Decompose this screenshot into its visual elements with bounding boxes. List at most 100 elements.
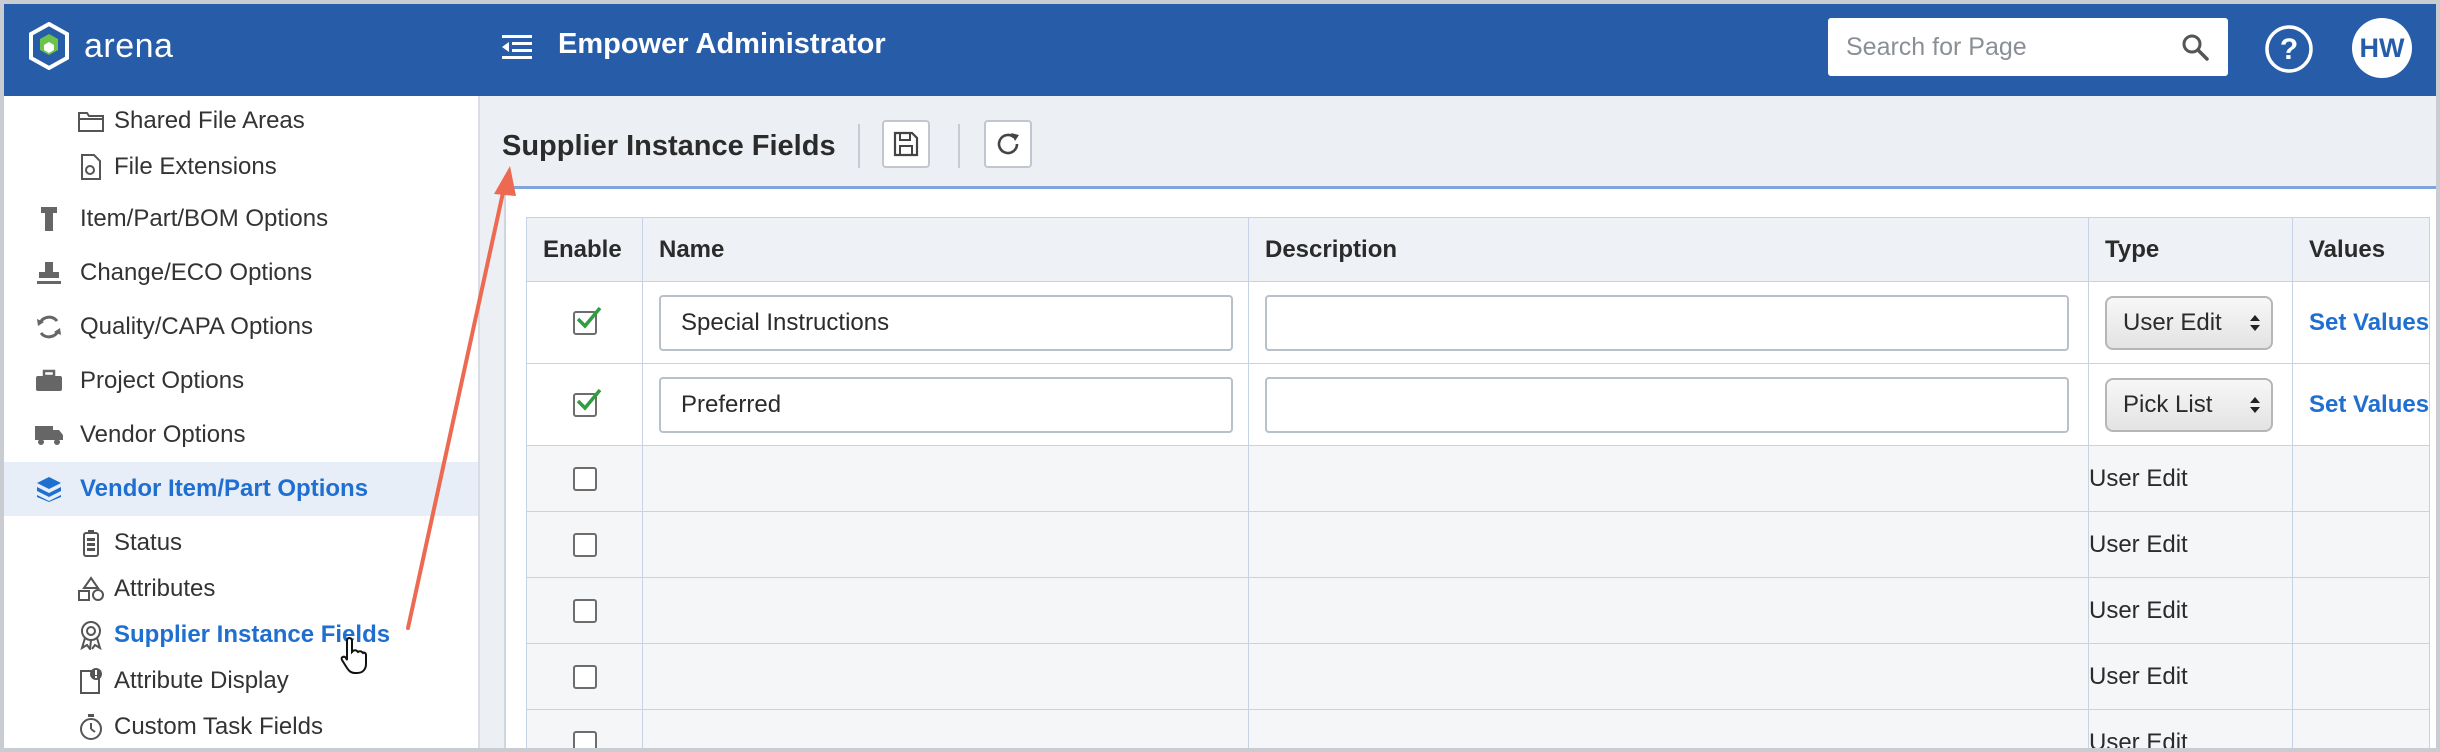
sync-icon <box>34 312 64 342</box>
enable-cell <box>526 281 643 364</box>
values-cell: Set Values <box>2291 363 2431 446</box>
sidebar-item-label: Shared File Areas <box>114 107 305 134</box>
name-input[interactable] <box>659 376 1233 433</box>
main-content: Supplier Instance Fields Enable Name Des… <box>480 96 2436 748</box>
sidebar-item-label: Custom Task Fields <box>114 713 323 740</box>
sidebar-item-attributes[interactable]: Attributes <box>4 564 478 614</box>
description-cell[interactable] <box>1248 445 2089 512</box>
sidebar-item-vendor-options[interactable]: Vendor Options <box>4 410 478 460</box>
type-cell: Pick List <box>2088 363 2293 446</box>
sidebar-item-custom-task-fields[interactable]: Custom Task Fields <box>4 702 478 748</box>
name-cell[interactable] <box>642 643 1249 710</box>
page-title: Supplier Instance Fields <box>502 130 836 162</box>
enable-checkbox-checked[interactable] <box>572 307 601 336</box>
search-input[interactable] <box>1844 31 2168 63</box>
file-gear-icon <box>76 152 106 182</box>
description-cell[interactable] <box>1248 709 2089 748</box>
arena-logo[interactable]: arena <box>28 22 173 70</box>
sidebar-item-label: File Extensions <box>114 153 277 180</box>
save-icon <box>893 131 919 157</box>
type-select-value: User Edit <box>2123 308 2222 336</box>
description-input[interactable] <box>1265 294 2069 351</box>
sidebar-item-quality-capa-options[interactable]: Quality/CAPA Options <box>4 302 478 352</box>
save-button[interactable] <box>882 120 930 168</box>
sidebar-item-label: Vendor Item/Part Options <box>80 475 369 502</box>
sidebar-item-vendor-item-part-options[interactable]: Vendor Item/Part Options <box>4 462 478 516</box>
logo-text: arena <box>84 26 174 65</box>
sidebar-item-supplier-instance-fields[interactable]: Supplier Instance Fields <box>4 610 478 660</box>
enable-cell <box>526 511 643 578</box>
briefcase-icon <box>34 366 64 396</box>
values-cell <box>2291 511 2431 578</box>
column-header-type: Type <box>2088 217 2293 282</box>
battery-icon <box>76 528 106 558</box>
sidebar-item-status[interactable]: Status <box>4 518 478 568</box>
sidebar-item-label: Attribute Display <box>114 667 289 694</box>
name-cell[interactable] <box>642 445 1249 512</box>
refresh-button[interactable] <box>984 120 1032 168</box>
name-cell[interactable] <box>642 709 1249 748</box>
sidebar-item-attribute-display[interactable]: Attribute Display <box>4 656 478 706</box>
type-select-value: Pick List <box>2123 390 2213 418</box>
boxes-icon <box>34 474 64 504</box>
checkmark-icon <box>576 307 601 329</box>
column-header-values: Values <box>2291 217 2431 282</box>
name-input[interactable] <box>659 294 1233 351</box>
search-icon[interactable] <box>2180 32 2210 67</box>
sidebar-item-project-options[interactable]: Project Options <box>4 356 478 406</box>
table-row: User Edit <box>526 643 2431 710</box>
top-header: arena Empower Administrator ? HW <box>0 0 2440 96</box>
enable-checkbox[interactable] <box>572 467 597 492</box>
values-cell <box>2291 577 2431 644</box>
description-cell[interactable] <box>1248 643 2089 710</box>
description-cell[interactable] <box>1248 577 2089 644</box>
sidebar-item-file-extensions[interactable]: File Extensions <box>4 142 478 192</box>
name-cell <box>642 281 1249 364</box>
column-header-description: Description <box>1248 217 2089 282</box>
refresh-icon <box>997 133 1019 155</box>
collapse-menu-icon[interactable] <box>500 30 534 69</box>
name-cell <box>642 363 1249 446</box>
supplier-fields-table: Enable Name Description Type Values Spec… <box>526 217 2431 748</box>
sidebar-item-change-eco-options[interactable]: Change/ECO Options <box>4 248 478 298</box>
set-values-link[interactable]: Set Values <box>2293 309 2429 336</box>
values-cell <box>2291 445 2431 512</box>
sidebar-item-item-part-bom-options[interactable]: Item/Part/BOM Options <box>4 194 478 244</box>
description-cell <box>1248 281 2089 364</box>
enable-checkbox[interactable] <box>572 731 597 748</box>
name-cell[interactable] <box>642 511 1249 578</box>
table-row: User Edit <box>526 577 2431 644</box>
enable-cell <box>526 643 643 710</box>
shapes-icon <box>76 574 106 604</box>
folder-icon <box>76 106 106 136</box>
enable-checkbox[interactable] <box>572 533 597 558</box>
type-select[interactable]: User Edit <box>2105 295 2273 350</box>
help-icon[interactable]: ? <box>2264 24 2314 79</box>
stamp-icon <box>34 258 64 288</box>
user-avatar[interactable]: HW <box>2352 18 2412 78</box>
doc-alert-icon <box>76 666 106 696</box>
svg-text:?: ? <box>2280 33 2298 66</box>
sidebar-item-label: Vendor Options <box>80 421 246 448</box>
type-select[interactable]: Pick List <box>2105 377 2273 432</box>
table-row: Pick List Set Values <box>526 363 2431 446</box>
page-search <box>1828 18 2228 76</box>
type-cell: User Edit <box>2088 511 2293 578</box>
name-cell[interactable] <box>642 577 1249 644</box>
column-header-name: Name <box>642 217 1249 282</box>
enable-checkbox-checked[interactable] <box>572 389 601 418</box>
fields-panel: Enable Name Description Type Values Spec… <box>504 186 2436 748</box>
enable-checkbox[interactable] <box>572 665 597 690</box>
table-row: User Edit <box>526 709 2431 748</box>
enable-checkbox[interactable] <box>572 599 597 624</box>
values-cell <box>2291 709 2431 748</box>
set-values-link[interactable]: Set Values <box>2293 391 2429 418</box>
description-input[interactable] <box>1265 376 2069 433</box>
values-cell: Set Values <box>2291 281 2431 364</box>
table-row: User Edit <box>526 445 2431 512</box>
enable-cell <box>526 577 643 644</box>
arena-logo-icon <box>29 22 69 70</box>
sidebar-item-shared-file-areas[interactable]: Shared File Areas <box>4 96 478 146</box>
select-arrows-icon <box>2250 314 2260 331</box>
description-cell[interactable] <box>1248 511 2089 578</box>
